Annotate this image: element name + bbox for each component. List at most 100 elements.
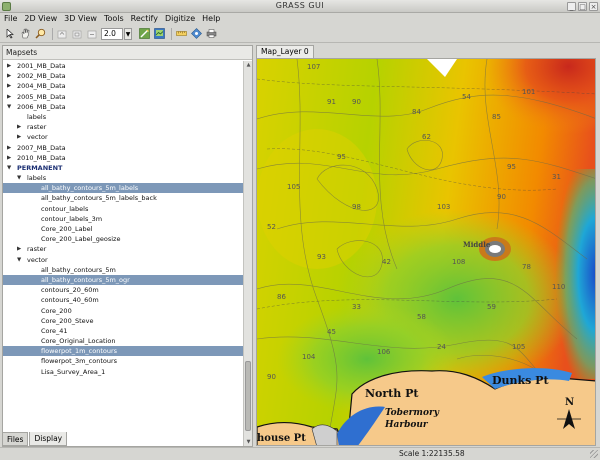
tree-item-label: 2002_MB_Data xyxy=(17,72,66,81)
tree-item[interactable]: ▼ labels xyxy=(3,173,243,183)
contour-label: 54 xyxy=(462,93,471,101)
zoom-tool-icon[interactable] xyxy=(34,28,46,40)
tree-item[interactable]: contour_labels xyxy=(3,204,243,214)
contour-label: 45 xyxy=(327,328,336,336)
tree-item[interactable]: ▶ 2002_MB_Data xyxy=(3,71,243,81)
resize-grip-icon[interactable] xyxy=(590,450,598,458)
scroll-down-arrow-icon[interactable]: ▼ xyxy=(244,438,252,446)
tree-item-label: 2010_MB_Data xyxy=(17,153,66,162)
scroll-up-arrow-icon[interactable]: ▲ xyxy=(244,61,252,70)
tab-map-layer-0[interactable]: Map_Layer 0 xyxy=(256,45,314,58)
tree-item-label: vector xyxy=(27,255,48,264)
tree-item[interactable]: ▼ vector xyxy=(3,255,243,265)
menu-rectify[interactable]: Rectify xyxy=(131,13,158,25)
mapsets-panel: Mapsets ▶ 2001_MB_Data ▶ 2002_MB_Data ▶ 2004_… xyxy=(2,45,253,447)
tree-item[interactable]: all_bathy_contours_5m xyxy=(3,265,243,275)
tree-item[interactable]: Lisa_Survey_Area_1 xyxy=(3,367,243,377)
mapsets-header: Mapsets xyxy=(3,46,252,60)
zoom-extent-icon[interactable] xyxy=(71,28,83,40)
contour-label: 86 xyxy=(277,293,286,301)
pointer-icon[interactable] xyxy=(4,28,16,40)
collapsed-arrow-icon[interactable]: ▶ xyxy=(7,92,11,102)
map-canvas[interactable]: North Pt Dunks Pt Tobermory Harbour hous… xyxy=(256,58,596,446)
tree-item[interactable]: flowerpot_3m_contours xyxy=(3,356,243,366)
collapsed-arrow-icon[interactable]: ▶ xyxy=(17,244,21,254)
zoom-previous-icon[interactable] xyxy=(56,28,68,40)
contour-label: 93 xyxy=(317,253,326,261)
tree-item[interactable]: all_bathy_contours_5m_labels xyxy=(3,183,243,194)
tree-item[interactable]: ▼ PERMANENT xyxy=(3,163,243,173)
contour-label: 105 xyxy=(287,183,300,191)
contour-label: 91 xyxy=(327,98,336,106)
query-icon[interactable] xyxy=(190,28,202,40)
tree-item[interactable]: Core_Original_Location xyxy=(3,336,243,346)
collapsed-arrow-icon[interactable]: ▶ xyxy=(7,81,11,91)
collapsed-arrow-icon[interactable]: ▶ xyxy=(17,132,21,142)
menu-digitize[interactable]: Digitize xyxy=(165,13,195,25)
bathymetry-map: North Pt Dunks Pt Tobermory Harbour hous… xyxy=(257,59,595,445)
tree-item-label: raster xyxy=(27,245,47,254)
tree-item-label: contour_labels xyxy=(41,204,89,213)
tree-item[interactable]: ▶ raster xyxy=(3,244,243,254)
tree-item[interactable]: ▶ 2001_MB_Data xyxy=(3,61,243,71)
zoom-out-icon[interactable] xyxy=(86,28,98,40)
tree-item[interactable]: ▶ 2005_MB_Data xyxy=(3,92,243,102)
collapsed-arrow-icon[interactable]: ▶ xyxy=(7,71,11,81)
tree-item[interactable]: all_bathy_contours_5m_ogr xyxy=(3,274,243,286)
measure-icon[interactable] xyxy=(175,28,187,40)
tree-item-label: flowerpot_1m_contours xyxy=(41,347,118,356)
tab-display[interactable]: Display xyxy=(29,432,68,446)
tree-item-label: PERMANENT xyxy=(17,163,63,172)
expanded-arrow-icon[interactable]: ▼ xyxy=(17,173,21,183)
tree-item[interactable]: ▶ 2007_MB_Data xyxy=(3,143,243,153)
close-button[interactable]: × xyxy=(589,2,598,11)
expanded-arrow-icon[interactable]: ▼ xyxy=(7,163,11,173)
tree-item[interactable]: Core_200 xyxy=(3,306,243,316)
tree-item[interactable]: flowerpot_1m_contours xyxy=(3,346,243,357)
zoom-factor-dropdown-button[interactable]: ▼ xyxy=(124,27,132,40)
print-icon[interactable] xyxy=(205,28,217,40)
contour-label: 24 xyxy=(437,343,446,351)
tab-files[interactable]: Files xyxy=(2,432,29,446)
collapsed-arrow-icon[interactable]: ▶ xyxy=(7,143,11,153)
maximize-button[interactable]: □ xyxy=(578,2,587,11)
menu-2d-view[interactable]: 2D View xyxy=(24,13,57,25)
tree-item[interactable]: Core_41 xyxy=(3,326,243,336)
tree-item[interactable]: ▶ raster xyxy=(3,122,243,132)
save-map-icon[interactable] xyxy=(153,28,165,40)
tree-item[interactable]: contours_20_60m xyxy=(3,285,243,295)
contour-label: 84 xyxy=(412,108,421,116)
collapsed-arrow-icon[interactable]: ▶ xyxy=(7,61,11,71)
tree-item[interactable]: ▶ 2010_MB_Data xyxy=(3,153,243,163)
collapsed-arrow-icon[interactable]: ▶ xyxy=(17,122,21,132)
tree-item-label: flowerpot_3m_contours xyxy=(41,357,118,366)
tree-item[interactable]: Core_200_Label xyxy=(3,224,243,234)
tree-item[interactable]: ▼ 2006_MB_Data xyxy=(3,102,243,112)
tree-scrollbar[interactable]: ▲ ▼ xyxy=(243,61,252,446)
menu-tools[interactable]: Tools xyxy=(104,13,124,25)
tree-item[interactable]: all_bathy_contours_5m_labels_back xyxy=(3,193,243,203)
tree-scrollbar-thumb[interactable] xyxy=(245,361,251,431)
zoom-factor-input[interactable]: 2.0 xyxy=(101,27,123,40)
minimize-button[interactable]: _ xyxy=(567,2,576,11)
tree-item[interactable]: contour_labels_3m xyxy=(3,214,243,224)
menu-3d-view[interactable]: 3D View xyxy=(64,13,97,25)
expanded-arrow-icon[interactable]: ▼ xyxy=(17,255,21,265)
tree-item[interactable]: Core_200_Steve xyxy=(3,316,243,326)
status-bar: Scale 1:22135.58 xyxy=(0,447,600,460)
contour-label: 103 xyxy=(437,203,450,211)
tree-item-label: Core_Original_Location xyxy=(41,337,116,346)
expanded-arrow-icon[interactable]: ▼ xyxy=(7,102,11,112)
tree-item[interactable]: ▶ 2004_MB_Data xyxy=(3,81,243,91)
hand-icon[interactable] xyxy=(19,28,31,40)
menu-file[interactable]: File xyxy=(4,13,17,25)
tree-item[interactable]: labels xyxy=(3,112,243,122)
tree-item[interactable]: ▶ vector xyxy=(3,132,243,142)
contour-label: 95 xyxy=(337,153,346,161)
collapsed-arrow-icon[interactable]: ▶ xyxy=(7,153,11,163)
tree-item[interactable]: contours_40_60m xyxy=(3,295,243,305)
edit-region-icon[interactable] xyxy=(138,28,150,40)
tree-item-label: Core_200 xyxy=(41,306,72,315)
menu-help[interactable]: Help xyxy=(202,13,220,25)
tree-item[interactable]: Core_200_Label_geosize xyxy=(3,234,243,244)
